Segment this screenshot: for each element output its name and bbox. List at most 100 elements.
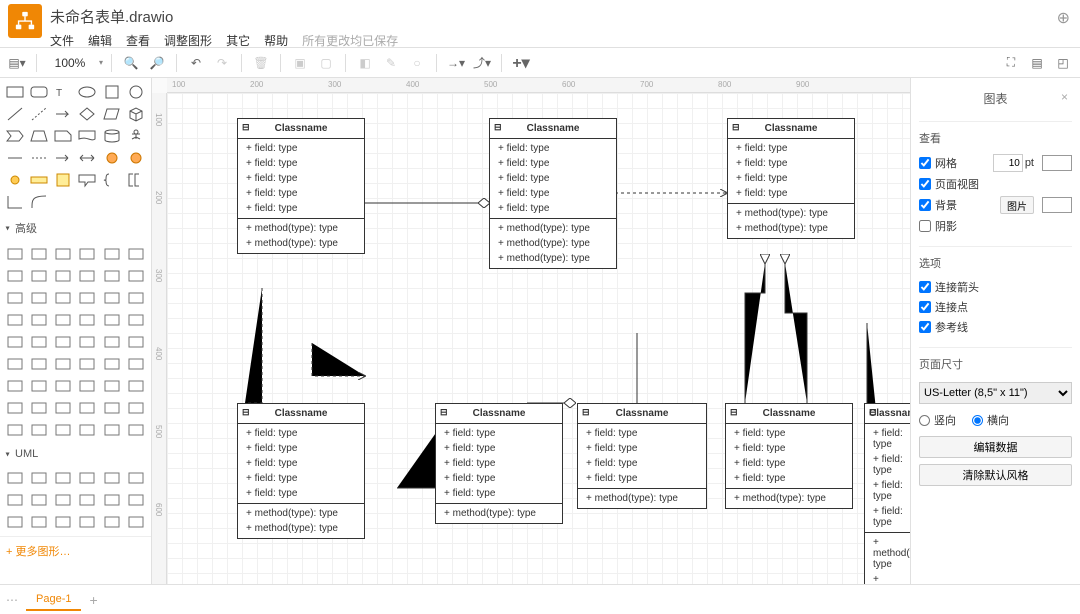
pagesize-select[interactable]: US-Letter (8,5" x 11") (919, 382, 1072, 404)
shape-corner[interactable] (4, 192, 26, 212)
shape-generic[interactable] (125, 376, 147, 396)
shape-parallelogram[interactable] (101, 104, 123, 124)
menu-help[interactable]: 帮助 (264, 32, 288, 49)
shape-label[interactable] (28, 170, 50, 190)
add-icon[interactable]: +▾ (510, 52, 532, 74)
more-shapes-button[interactable]: + 更多图形… (0, 536, 151, 565)
shape-generic[interactable] (52, 288, 74, 308)
grid-checkbox[interactable] (919, 157, 931, 169)
shape-generic[interactable] (76, 490, 98, 510)
shape-generic[interactable] (76, 420, 98, 440)
shape-generic[interactable] (52, 490, 74, 510)
uml-class[interactable]: Classname+ field: type+ field: type+ fie… (864, 403, 910, 612)
shape-generic[interactable] (76, 244, 98, 264)
shape-generic[interactable] (101, 266, 123, 286)
shape-generic[interactable] (28, 244, 50, 264)
shape-generic[interactable] (101, 288, 123, 308)
tab-page1[interactable]: Page-1 (26, 589, 81, 611)
shape-generic[interactable] (28, 354, 50, 374)
shape-generic[interactable] (52, 244, 74, 264)
tabs-menu-icon[interactable]: ⋯ (6, 593, 18, 607)
zoom-dropdown-icon[interactable]: ▾ (99, 58, 103, 67)
redo-icon[interactable]: ↷ (211, 52, 233, 74)
shape-generic[interactable] (28, 420, 50, 440)
shape-generic[interactable] (52, 512, 74, 532)
shape-generic[interactable] (125, 332, 147, 352)
shape-trap[interactable] (28, 126, 50, 146)
shape-generic[interactable] (125, 244, 147, 264)
shape-dashline[interactable] (28, 104, 50, 124)
shape-generic[interactable] (76, 332, 98, 352)
uml-class[interactable]: Classname+ field: type+ field: type+ fie… (237, 118, 365, 254)
shape-sun[interactable] (4, 170, 26, 190)
shape-rect[interactable] (4, 82, 26, 102)
shape-generic[interactable] (4, 420, 26, 440)
shape-generic[interactable] (28, 468, 50, 488)
shape-generic[interactable] (101, 244, 123, 264)
grid-size-input[interactable] (993, 154, 1023, 172)
edit-data-button[interactable]: 编辑数据 (919, 436, 1072, 458)
shadow-icon[interactable]: ○ (406, 52, 428, 74)
shape-generic[interactable] (76, 376, 98, 396)
shape-generic[interactable] (125, 310, 147, 330)
uml-class[interactable]: Classname+ field: type+ field: type+ fie… (725, 403, 853, 509)
section-advanced[interactable]: 高级 (0, 216, 151, 240)
undo-icon[interactable]: ↶ (185, 52, 207, 74)
shape-generic[interactable] (101, 332, 123, 352)
back-icon[interactable]: ▢ (315, 52, 337, 74)
shape-generic[interactable] (101, 310, 123, 330)
shadow-checkbox[interactable] (919, 220, 931, 232)
background-color-swatch[interactable] (1042, 197, 1072, 213)
grid-color-swatch[interactable] (1042, 155, 1072, 171)
menu-file[interactable]: 文件 (50, 32, 74, 49)
shape-generic[interactable] (125, 512, 147, 532)
uml-class[interactable]: Classname+ field: type+ field: type+ fie… (727, 118, 855, 239)
conn-checkbox[interactable] (919, 301, 931, 313)
shape-line[interactable] (4, 104, 26, 124)
shape-generic[interactable] (125, 354, 147, 374)
shape-generic[interactable] (125, 266, 147, 286)
menu-view[interactable]: 查看 (126, 32, 150, 49)
clear-default-button[interactable]: 清除默认风格 (919, 464, 1072, 486)
shape-text[interactable]: T (52, 82, 74, 102)
shape-roundrect[interactable] (28, 82, 50, 102)
shape-generic[interactable] (4, 512, 26, 532)
shape-generic[interactable] (28, 512, 50, 532)
shape-generic[interactable] (4, 266, 26, 286)
shape-gear2[interactable] (125, 148, 147, 168)
uml-class[interactable]: Classname+ field: type+ field: type+ fie… (489, 118, 617, 269)
shape-generic[interactable] (52, 310, 74, 330)
shape-generic[interactable] (76, 266, 98, 286)
shape-cube[interactable] (125, 104, 147, 124)
arrow-checkbox[interactable] (919, 281, 931, 293)
shape-generic[interactable] (76, 310, 98, 330)
menu-other[interactable]: 其它 (226, 32, 250, 49)
add-page-icon[interactable]: + (89, 592, 97, 608)
shape-generic[interactable] (4, 376, 26, 396)
shape-generic[interactable] (4, 490, 26, 510)
shape-gear[interactable] (101, 148, 123, 168)
shape-generic[interactable] (4, 354, 26, 374)
background-checkbox[interactable] (919, 199, 931, 211)
shape-dashline2[interactable] (28, 148, 50, 168)
shape-square[interactable] (101, 82, 123, 102)
shape-actor[interactable] (125, 126, 147, 146)
menu-adjust[interactable]: 调整图形 (164, 32, 212, 49)
shape-generic[interactable] (125, 288, 147, 308)
shape-generic[interactable] (52, 420, 74, 440)
shape-generic[interactable] (76, 468, 98, 488)
portrait-radio[interactable] (919, 415, 930, 426)
shape-ellipse[interactable] (76, 82, 98, 102)
shape-generic[interactable] (4, 288, 26, 308)
shape-generic[interactable] (4, 310, 26, 330)
delete-icon[interactable]: 🗑 (250, 52, 272, 74)
shape-generic[interactable] (76, 288, 98, 308)
shape-diamond[interactable] (76, 104, 98, 124)
waypoint-icon[interactable]: ⤴▾ (471, 52, 493, 74)
shape-cylinder[interactable] (101, 126, 123, 146)
panel-close-icon[interactable]: × (1061, 90, 1068, 104)
shape-generic[interactable] (28, 398, 50, 418)
shape-step[interactable] (4, 126, 26, 146)
guide-checkbox[interactable] (919, 321, 931, 333)
shape-callout[interactable] (76, 170, 98, 190)
